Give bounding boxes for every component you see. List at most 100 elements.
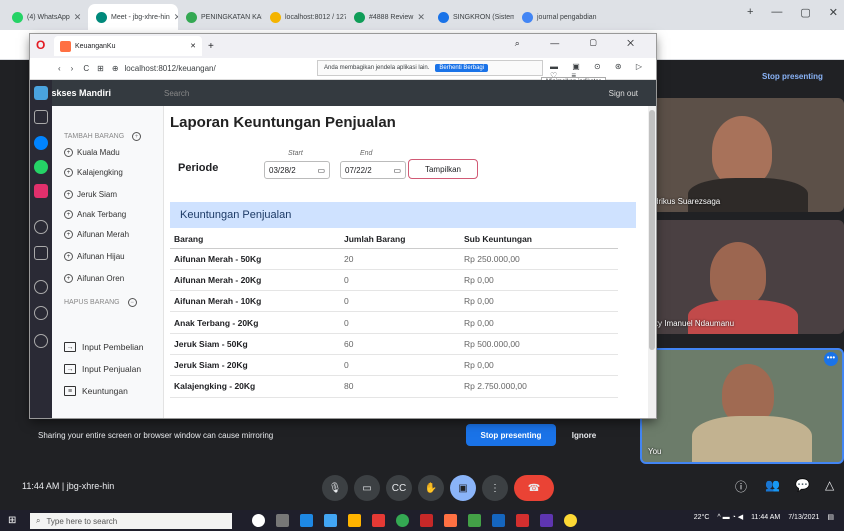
word-icon[interactable] (492, 514, 505, 527)
present-icon[interactable]: ▣ (450, 475, 476, 501)
start-date-input[interactable]: 03/28/2 ▭ (264, 161, 330, 179)
outer-tab[interactable]: Meet - jbg-xhre-hin ✕ (88, 4, 178, 30)
activities-icon[interactable]: △ (825, 478, 834, 492)
chat-icon[interactable]: 💬 (795, 478, 810, 492)
outer-tab[interactable]: SINGKRON (Sistem Inf✕ (430, 4, 514, 30)
pdf-icon[interactable] (516, 514, 529, 527)
raise-hand-icon[interactable]: ✋ (418, 475, 444, 501)
search-input[interactable]: Search (164, 89, 609, 98)
speed-dial-icon[interactable]: ⊞ (97, 64, 104, 73)
opera-icon[interactable] (420, 514, 433, 527)
outer-tab[interactable]: #4888 Review ✕ (346, 4, 430, 30)
outer-tab[interactable]: PENINGKATAN KAPAS✕ (178, 4, 262, 30)
cortana-icon[interactable] (252, 514, 265, 527)
end-label: End (360, 150, 373, 157)
outer-tab[interactable]: localhost:8012 / 127.0✕ (262, 4, 346, 30)
player-icon[interactable] (34, 246, 48, 260)
more-icon[interactable]: ⋮ (482, 475, 508, 501)
sidebar-item[interactable]: + Jeruk Siam (64, 190, 117, 199)
more-options-icon[interactable]: ••• (824, 352, 838, 366)
new-tab-icon[interactable]: + (208, 41, 214, 52)
app-icon[interactable] (468, 514, 481, 527)
inner-tab[interactable]: KeuanganKu ✕ (54, 36, 202, 56)
stop-sharing-button[interactable]: Berhenti Berbagi (435, 64, 489, 72)
plus-circle-icon: + (64, 274, 73, 283)
outer-tab[interactable]: (4) WhatsApp ✕ (4, 4, 88, 30)
participant-name: drikus Suarezsaga (654, 197, 721, 206)
whatsapp-icon[interactable] (34, 160, 48, 174)
notification-icon[interactable]: ▤ (827, 513, 834, 521)
cell-barang: Aifunan Merah - 20Kg (170, 269, 340, 292)
home-icon[interactable] (34, 86, 48, 100)
clock-icon[interactable] (34, 306, 48, 320)
edge-icon[interactable] (300, 514, 313, 527)
sign-out-link[interactable]: Sign out (609, 89, 656, 98)
app-icon[interactable] (372, 514, 385, 527)
camera-icon[interactable]: ▭ (354, 475, 380, 501)
tampilkan-button[interactable]: Tampilkan (408, 159, 478, 179)
back-icon[interactable]: ‹ (58, 64, 61, 73)
task-view-icon[interactable] (276, 514, 289, 527)
sidebar-item[interactable]: + Kuala Madu (64, 148, 120, 157)
sidebar-item[interactable]: + Kalajengking (64, 168, 123, 177)
sidebar-item[interactable]: + Aifunan Hijau (64, 252, 125, 261)
taskbar-search-placeholder: Type here to search (46, 516, 118, 526)
captions-icon[interactable]: CC (386, 475, 412, 501)
close-icon[interactable]: ✕ (829, 6, 838, 19)
instagram-icon[interactable] (34, 184, 48, 198)
minimize-icon[interactable]: — (771, 6, 782, 19)
calendar-icon[interactable]: ▭ (393, 166, 401, 175)
close-tab-icon[interactable]: ✕ (74, 12, 82, 23)
calendar-icon[interactable]: ▭ (317, 166, 325, 175)
close-tab-icon[interactable]: ✕ (417, 12, 425, 23)
app-icon[interactable] (564, 514, 577, 527)
store-icon[interactable] (348, 514, 361, 527)
outer-tab[interactable]: journal pengabdian m✕ (514, 4, 598, 30)
taskbar-search[interactable]: ⌕ Type here to search (30, 513, 232, 529)
end-call-icon[interactable]: ☎ (514, 475, 554, 501)
sidebar-item-label: Kalajengking (77, 168, 123, 177)
sidebar-item[interactable]: + Aifunan Merah (64, 230, 129, 239)
app-icon[interactable] (540, 514, 553, 527)
mic-icon[interactable]: 🎙 (322, 475, 348, 501)
new-tab-icon[interactable]: + (747, 6, 753, 19)
url-text[interactable]: localhost:8012/keuangan/ (125, 64, 216, 73)
site-info-icon[interactable]: ⊕ (112, 64, 119, 73)
table-row: Anak Terbang - 20Kg 0 Rp 0,00 (170, 311, 618, 334)
stop-presenting-button[interactable]: Stop presenting (466, 424, 556, 446)
add-icon[interactable]: + (132, 132, 142, 141)
windows-start-icon[interactable]: ⊞ (8, 515, 16, 526)
sidebar-item[interactable]: + Aifunan Oren (64, 274, 124, 283)
tray-icons[interactable]: ^ ▬ ◔ ◀ (717, 513, 743, 521)
tambah-barang-label: TAMBAH BARANG (64, 133, 125, 140)
remove-icon[interactable]: − (127, 298, 137, 307)
clock-date: 7/13/2021 (788, 513, 820, 521)
inner-window-controls[interactable]: ⌕ — ▢ ✕ (515, 38, 648, 49)
people-icon[interactable]: 👥 (765, 478, 780, 492)
scrollbar-thumb[interactable] (649, 110, 655, 350)
reload-icon[interactable]: C (83, 64, 89, 73)
end-date-input[interactable]: 07/22/2 ▭ (340, 161, 406, 179)
firefox-icon[interactable] (444, 514, 457, 527)
settings-icon[interactable] (34, 334, 48, 348)
sidebar-nav-keuntungan[interactable]: ≡ Keuntungan (64, 386, 128, 396)
cell-jumlah: 0 (340, 354, 460, 377)
stop-presenting-link[interactable]: Stop presenting (762, 72, 823, 81)
messenger-icon[interactable] (34, 136, 48, 150)
history-icon[interactable] (34, 220, 48, 234)
mail-icon[interactable] (324, 514, 337, 527)
heart-icon[interactable] (34, 280, 48, 294)
info-icon[interactable]: ⓘ (735, 478, 747, 495)
sidebar-nav-input-penjualan[interactable]: → Input Penjualan (64, 364, 141, 374)
bookmark-icon[interactable] (34, 110, 48, 124)
sidebar-item[interactable]: + Anak Terbang (64, 210, 126, 219)
ignore-button[interactable]: Ignore (562, 424, 606, 446)
maximize-icon[interactable]: ▢ (800, 6, 810, 19)
forward-icon[interactable]: › (71, 64, 74, 73)
outer-tab-label: PENINGKATAN KAPAS (201, 13, 262, 21)
favicon-icon (12, 11, 23, 23)
participant-name: ky Imanuel Ndaumanu (654, 319, 735, 328)
chrome-icon[interactable] (396, 514, 409, 527)
close-tab-icon[interactable]: ✕ (190, 42, 196, 50)
sidebar-nav-input-pembelian[interactable]: → Input Pembelian (64, 342, 143, 352)
